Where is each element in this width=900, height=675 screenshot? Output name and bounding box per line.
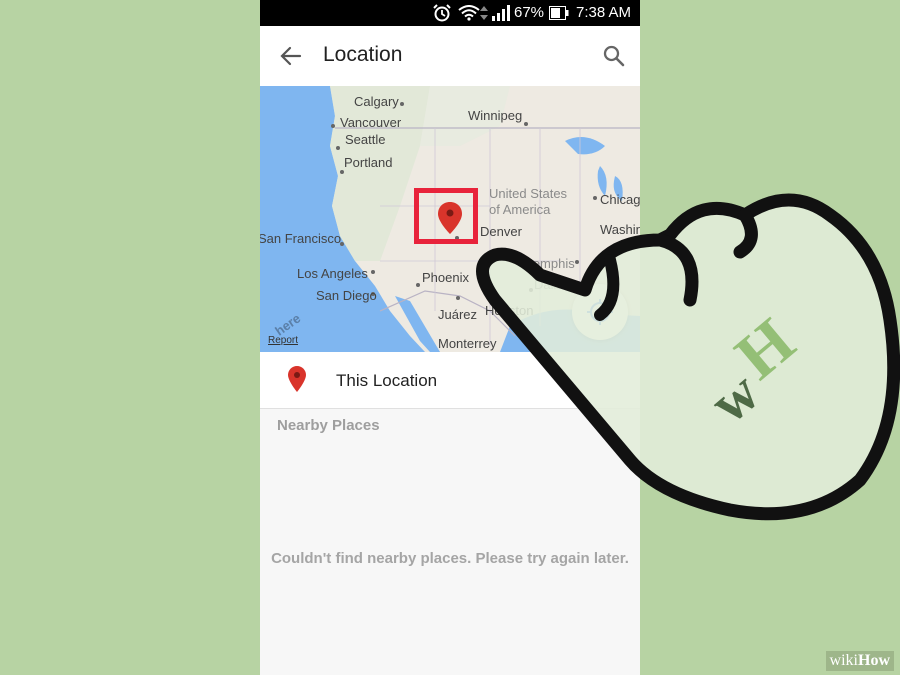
this-location-row[interactable]: This Location (260, 352, 640, 409)
map-label-los-angeles: Los Angeles (297, 266, 368, 281)
phone-screen: 67% 7:38 AM Location Calgary Winnipeg Va… (260, 0, 640, 675)
nearby-places-header: Nearby Places (277, 417, 380, 434)
wikihow-logo: w H (697, 305, 808, 436)
map-country-label-1: United States (489, 186, 568, 201)
map-country-label-2: of America (489, 202, 551, 217)
wikihow-logo-letter-w: w (697, 359, 771, 436)
map-label-houston: Houston (485, 303, 534, 318)
map-report-link[interactable]: Report (268, 335, 298, 346)
map-label-phoenix: Phoenix (422, 270, 469, 285)
clock: 7:38 AM (576, 4, 632, 21)
map-label-washington: Washin (600, 222, 640, 237)
signal-icon (492, 5, 510, 21)
this-location-label: This Location (336, 371, 438, 390)
wifi-icon (458, 5, 480, 21)
wikihow-logo-letter-h: H (722, 305, 808, 394)
map-label-winnipeg: Winnipeg (468, 108, 523, 123)
app-bar: Location (260, 26, 640, 87)
page-title: Location (323, 43, 403, 66)
back-arrow-icon[interactable] (278, 43, 304, 69)
map-label-san-francisco: San Francisco (260, 231, 342, 246)
wikihow-watermark: wikiHow (825, 651, 894, 671)
status-bar: 67% 7:38 AM (260, 0, 640, 26)
map-label-denver: Denver (480, 224, 522, 239)
alarm-icon (433, 4, 451, 22)
map-label-calgary: Calgary (354, 94, 399, 109)
my-location-button[interactable] (572, 284, 628, 340)
battery-icon (549, 6, 569, 20)
watermark-wiki: wiki (829, 652, 858, 669)
map-view[interactable]: Calgary Winnipeg Vancouver Seattle Portl… (260, 86, 640, 352)
map-label-monterrey: Monterrey (438, 336, 497, 351)
map-label-memphis: Memphis (522, 256, 575, 271)
map-label-juarez: Juárez (438, 307, 478, 322)
battery-percent: 67% (514, 4, 545, 21)
location-pin-icon (288, 366, 306, 392)
map-label-portland: Portland (344, 155, 393, 170)
data-arrows-icon (480, 6, 488, 20)
search-icon[interactable] (602, 44, 626, 68)
map-label-seattle: Seattle (345, 132, 386, 147)
map-label-san-diego: San Diego (316, 288, 377, 303)
empty-state-message: Couldn't find nearby places. Please try … (271, 550, 629, 567)
map-label-vancouver: Vancouver (340, 115, 402, 130)
map-label-dallas: Dallas (534, 277, 571, 292)
map-label-chicago: Chicag (600, 192, 640, 207)
crosshair-icon (587, 299, 613, 325)
watermark-how: How (858, 652, 890, 669)
map-pin-icon[interactable] (438, 202, 462, 234)
